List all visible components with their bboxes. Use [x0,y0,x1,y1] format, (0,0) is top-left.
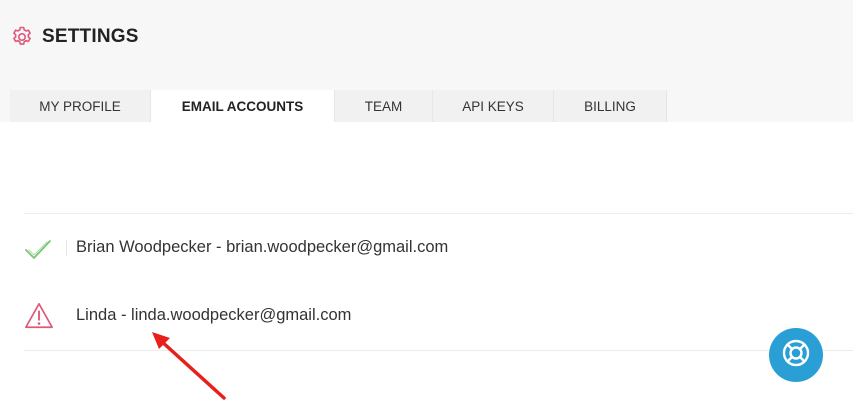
settings-header: SETTINGS MY PROFILE EMAIL ACCOUNTS TEAM … [0,0,853,122]
tab-email-accounts[interactable]: EMAIL ACCOUNTS [151,90,335,122]
settings-page: SETTINGS MY PROFILE EMAIL ACCOUNTS TEAM … [0,0,853,406]
warning-triangle-icon [24,301,53,329]
page-title: SETTINGS [42,26,139,47]
help-button[interactable] [769,328,823,382]
email-account-row[interactable]: Brian Woodpecker - brian.woodpecker@gmai… [24,214,853,282]
tab-team[interactable]: TEAM [335,90,433,122]
checkmark-icon [24,235,52,263]
settings-tabs: MY PROFILE EMAIL ACCOUNTS TEAM API KEYS … [10,90,667,122]
row-divider [66,240,67,256]
arrow-icon [146,326,236,406]
title-row: SETTINGS [10,24,139,50]
tab-billing[interactable]: BILLING [554,90,667,122]
account-label: Linda - linda.woodpecker@gmail.com [76,306,352,324]
lifebuoy-icon [780,337,812,374]
gear-icon [10,25,34,49]
tab-my-profile[interactable]: MY PROFILE [10,90,151,122]
tab-api-keys[interactable]: API KEYS [433,90,554,122]
account-label: Brian Woodpecker - brian.woodpecker@gmai… [76,238,449,256]
